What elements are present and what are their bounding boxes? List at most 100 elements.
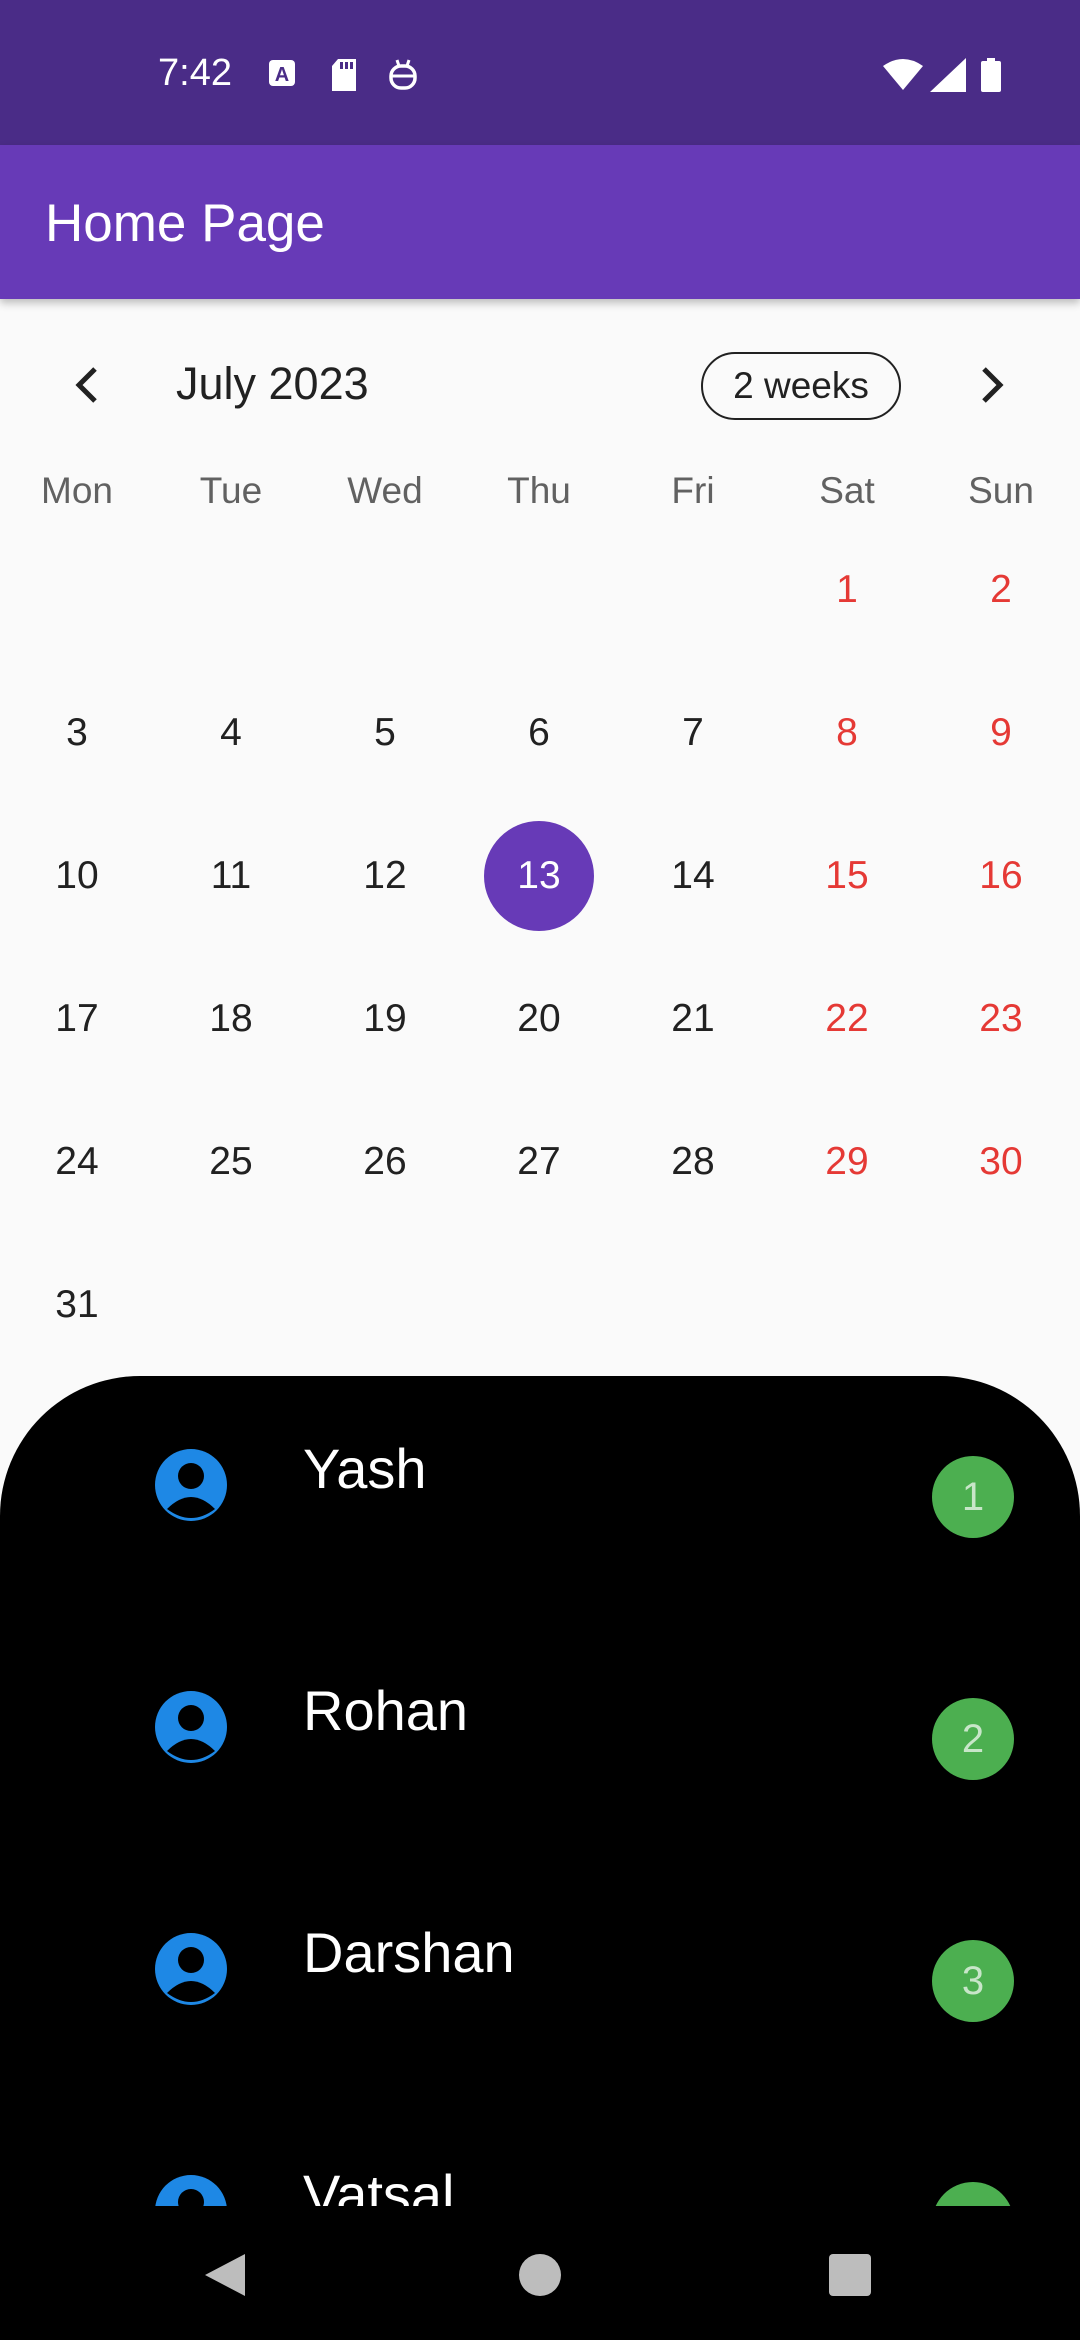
calendar-day-label: 20 — [517, 997, 561, 1040]
person-icon — [155, 1933, 227, 2005]
calendar-day[interactable]: 31 — [0, 1250, 154, 1360]
calendar-day[interactable]: 21 — [616, 964, 770, 1074]
calendar-day[interactable]: 6 — [462, 678, 616, 788]
calendar-day-label: 7 — [682, 711, 704, 754]
calendar-day-label: 14 — [671, 854, 715, 897]
home-icon[interactable] — [518, 2253, 562, 2302]
list-item[interactable]: Vatsal 4 — [0, 2102, 1080, 2206]
calendar-day[interactable]: 9 — [924, 678, 1078, 788]
person-icon — [155, 1691, 227, 1763]
person-icon — [155, 2175, 227, 2206]
weekday-label: Sun — [968, 470, 1034, 511]
svg-text:A: A — [275, 64, 289, 86]
calendar-day-label: 16 — [979, 854, 1023, 897]
calendar-day-label: 24 — [55, 1140, 99, 1183]
calendar-day-label: 11 — [210, 854, 252, 897]
calendar-day-label: 29 — [825, 1140, 869, 1183]
calendar-day[interactable]: 26 — [308, 1107, 462, 1217]
calendar-day[interactable]: 10 — [0, 821, 154, 931]
calendar-day-label: 12 — [363, 854, 407, 897]
count-badge: 1 — [932, 1456, 1014, 1538]
calendar-day[interactable]: 12 — [308, 821, 462, 931]
calendar-day-label: 1 — [836, 568, 858, 611]
calendar-day-label: 18 — [209, 997, 253, 1040]
calendar-day[interactable]: 27 — [462, 1107, 616, 1217]
chevron-right-icon — [976, 365, 1006, 410]
calendar-day[interactable]: 30 — [924, 1107, 1078, 1217]
calendar-day[interactable]: 2 — [924, 535, 1078, 645]
calendar-day-label: 31 — [55, 1283, 99, 1326]
list-item[interactable]: Darshan 3 — [0, 1860, 1080, 2102]
back-icon[interactable] — [203, 2252, 247, 2303]
calendar-header: July 2023 2 weeks — [0, 340, 1080, 435]
calendar-day-label: 26 — [363, 1140, 407, 1183]
previous-month-button[interactable] — [53, 352, 123, 422]
calendar-day-selected[interactable]: 13 — [462, 821, 616, 931]
app-bar: Home Page — [0, 145, 1080, 299]
wifi-icon — [883, 58, 923, 97]
calendar-day[interactable]: 17 — [0, 964, 154, 1074]
robot-icon — [388, 58, 418, 97]
weekday-label: Sat — [819, 470, 875, 511]
sd-card-icon — [330, 58, 358, 97]
calendar-day-label: 3 — [66, 711, 88, 754]
chevron-left-icon — [73, 365, 103, 410]
list-item-name: Vatsal — [303, 2163, 455, 2206]
calendar-day[interactable]: 28 — [616, 1107, 770, 1217]
calendar-day-label: 9 — [990, 711, 1012, 754]
list-item-name: Darshan — [303, 1921, 515, 1984]
calendar-day[interactable]: 19 — [308, 964, 462, 1074]
calendar-day[interactable]: 3 — [0, 678, 154, 788]
weekday-label: Tue — [199, 470, 263, 511]
calendar-day-label: 6 — [528, 711, 550, 754]
calendar-day[interactable]: 23 — [924, 964, 1078, 1074]
calendar-day[interactable]: 4 — [154, 678, 308, 788]
user-list: Yash 1 Rohan 2 Darshan 3 Vatsal 4 — [0, 1376, 1080, 2206]
list-item[interactable]: Yash 1 — [0, 1376, 1080, 1618]
calendar-day[interactable]: 5 — [308, 678, 462, 788]
a-letter-icon: A — [268, 58, 296, 93]
battery-icon — [980, 58, 1002, 97]
calendar-day-label: 8 — [836, 711, 858, 754]
calendar-day-label: 28 — [671, 1140, 715, 1183]
recents-icon[interactable] — [829, 2254, 871, 2301]
calendar-day-label: 10 — [55, 854, 99, 897]
calendar-day[interactable]: 1 — [770, 535, 924, 645]
calendar-day-label: 2 — [990, 568, 1012, 611]
calendar-day[interactable]: 29 — [770, 1107, 924, 1217]
calendar-day-label: 4 — [220, 711, 242, 754]
weekday-header-row: Mon Tue Wed Thu Fri Sat Sun — [0, 470, 1080, 525]
calendar-day[interactable]: 18 — [154, 964, 308, 1074]
list-item[interactable]: Rohan 2 — [0, 1618, 1080, 1860]
weekday-label: Mon — [41, 470, 113, 511]
calendar-day[interactable]: 11 — [154, 821, 308, 931]
system-nav-bar — [0, 2206, 1080, 2340]
weekday-label: Fri — [671, 470, 715, 511]
calendar-day-label: 13 — [484, 821, 594, 931]
page-title: Home Page — [45, 194, 325, 253]
calendar-day[interactable]: 24 — [0, 1107, 154, 1217]
format-toggle-button[interactable]: 2 weeks — [701, 352, 901, 420]
calendar-day[interactable]: 15 — [770, 821, 924, 931]
calendar-day[interactable]: 20 — [462, 964, 616, 1074]
calendar-day[interactable]: 16 — [924, 821, 1078, 931]
calendar-day[interactable]: 8 — [770, 678, 924, 788]
status-time: 7:42 — [158, 52, 232, 94]
weekday-label: Thu — [507, 470, 571, 511]
calendar-day-label: 23 — [979, 997, 1023, 1040]
calendar-day-label: 19 — [363, 997, 407, 1040]
calendar-day[interactable]: 7 — [616, 678, 770, 788]
calendar-day[interactable]: 25 — [154, 1107, 308, 1217]
calendar-day[interactable]: 14 — [616, 821, 770, 931]
list-item-name: Yash — [303, 1437, 427, 1500]
calendar-day-label: 5 — [374, 711, 396, 754]
count-badge: 4 — [932, 2182, 1014, 2206]
calendar-day-label: 27 — [517, 1140, 561, 1183]
calendar-day[interactable]: 22 — [770, 964, 924, 1074]
calendar-day-label: 15 — [825, 854, 869, 897]
next-month-button[interactable] — [956, 352, 1026, 422]
calendar-day-label: 17 — [55, 997, 99, 1040]
list-item-name: Rohan — [303, 1679, 469, 1742]
count-badge: 3 — [932, 1940, 1014, 2022]
person-icon — [155, 1449, 227, 1521]
